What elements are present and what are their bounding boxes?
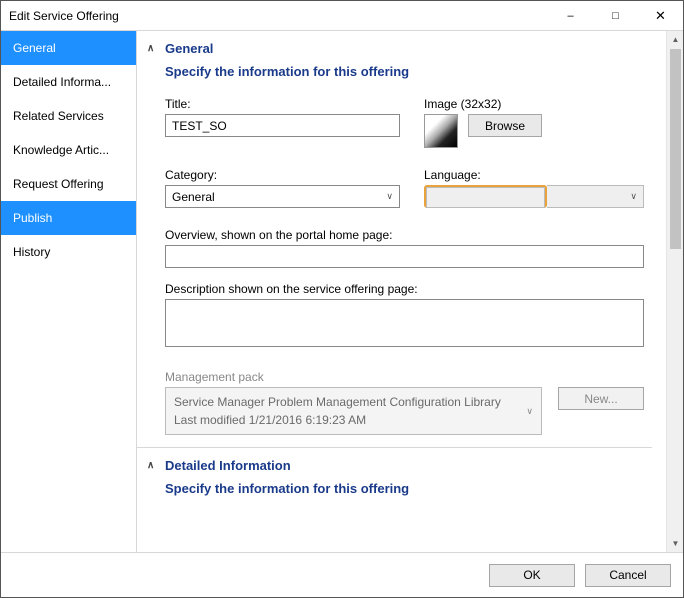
sidebar-item-related-services[interactable]: Related Services (1, 99, 136, 133)
close-button[interactable]: ✕ (638, 1, 683, 30)
section-subheader-detailed: Specify the information for this offerin… (147, 475, 648, 504)
language-label: Language: (424, 168, 644, 182)
section-header-general[interactable]: ∧ General (147, 37, 648, 58)
mp-label: Management pack (165, 370, 644, 384)
chevron-down-icon: ∨ (526, 406, 533, 417)
window-title: Edit Service Offering (9, 9, 548, 23)
vertical-scrollbar[interactable]: ▲ ▼ (666, 31, 683, 552)
sidebar-item-request-offering[interactable]: Request Offering (1, 167, 136, 201)
sidebar-item-knowledge-articles[interactable]: Knowledge Artic... (1, 133, 136, 167)
chevron-down-icon: ∨ (386, 191, 393, 202)
description-label: Description shown on the service offerin… (165, 282, 644, 296)
scroll-up-icon[interactable]: ▲ (667, 31, 683, 48)
footer: OK Cancel (1, 553, 683, 597)
divider (137, 447, 652, 448)
browse-button[interactable]: Browse (468, 114, 542, 137)
new-button[interactable]: New... (558, 387, 644, 410)
sidebar-item-publish[interactable]: Publish (1, 201, 136, 235)
language-select[interactable]: ∨ (424, 185, 644, 208)
sidebar: General Detailed Informa... Related Serv… (1, 31, 137, 552)
mp-name: Service Manager Problem Management Confi… (174, 393, 526, 411)
mp-modified: Last modified 1/21/2016 6:19:23 AM (174, 411, 526, 429)
sidebar-item-detailed-information[interactable]: Detailed Informa... (1, 65, 136, 99)
minimize-button[interactable]: – (548, 1, 593, 30)
image-thumbnail (424, 114, 458, 148)
maximize-button[interactable]: □ (593, 1, 638, 30)
scrollbar-thumb[interactable] (670, 49, 681, 249)
section-header-detailed[interactable]: ∧ Detailed Information (147, 454, 648, 475)
description-input[interactable] (165, 299, 644, 347)
cancel-button[interactable]: Cancel (585, 564, 671, 587)
ok-button[interactable]: OK (489, 564, 575, 587)
chevron-down-icon: ∨ (630, 191, 637, 202)
category-label: Category: (165, 168, 400, 182)
chevron-up-icon: ∧ (147, 43, 157, 54)
section-subheader-general: Specify the information for this offerin… (147, 58, 648, 97)
language-highlight (424, 185, 547, 208)
titlebar: Edit Service Offering – □ ✕ (1, 1, 683, 31)
sidebar-item-general[interactable]: General (1, 31, 136, 65)
chevron-up-icon: ∧ (147, 460, 157, 471)
title-label: Title: (165, 97, 400, 111)
image-label: Image (32x32) (424, 97, 644, 111)
title-input[interactable] (165, 114, 400, 137)
content-pane: ∧ General Specify the information for th… (137, 31, 666, 552)
edit-service-offering-window: Edit Service Offering – □ ✕ General Deta… (0, 0, 684, 598)
sidebar-item-history[interactable]: History (1, 235, 136, 269)
overview-input[interactable] (165, 245, 644, 268)
category-select[interactable]: General ∨ (165, 185, 400, 208)
overview-label: Overview, shown on the portal home page: (165, 228, 644, 242)
scroll-down-icon[interactable]: ▼ (667, 535, 683, 552)
management-pack-select[interactable]: Service Manager Problem Management Confi… (165, 387, 542, 435)
